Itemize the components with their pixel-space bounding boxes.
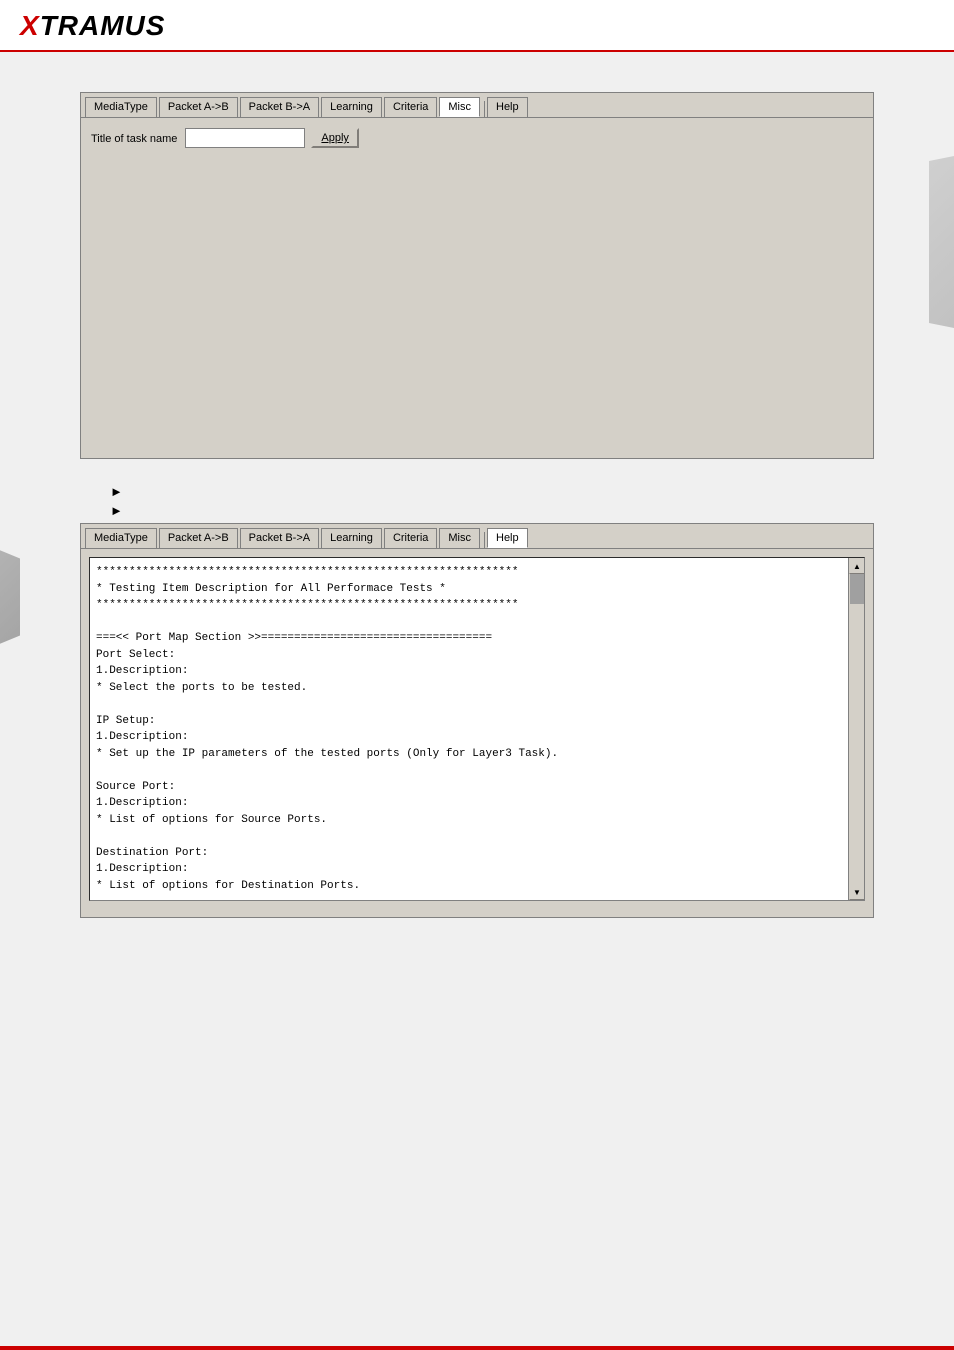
scrollbar[interactable]: ▲ ▼ (848, 558, 864, 900)
left-decoration (0, 542, 20, 652)
ip-setup-desc-header: 1.Description: (96, 729, 844, 746)
source-port-title: Source Port: (96, 779, 844, 796)
bottom-padding (80, 938, 874, 978)
top-tab-bar: MediaType Packet A->B Packet B->A Learni… (81, 93, 873, 118)
arrow-item-2: ► (110, 503, 874, 518)
help-separator: ===<< Port Map Section >>===============… (96, 630, 844, 647)
tab-mediatype-bottom[interactable]: MediaType (85, 528, 157, 548)
port-select-title: Port Select: (96, 647, 844, 664)
tab-misc-bottom[interactable]: Misc (439, 528, 480, 548)
help-stars-top: ****************************************… (96, 564, 844, 581)
bottom-tab-bar: MediaType Packet A->B Packet B->A Learni… (81, 524, 873, 549)
task-name-input[interactable] (185, 128, 305, 148)
top-panel: MediaType Packet A->B Packet B->A Learni… (80, 92, 874, 459)
tab-packet-ab-top[interactable]: Packet A->B (159, 97, 238, 117)
tab-packet-ba-top[interactable]: Packet B->A (240, 97, 319, 117)
tab-separator-top (484, 101, 485, 117)
arrow-item-1: ► (110, 484, 874, 499)
scroll-up-button[interactable]: ▲ (849, 558, 865, 574)
source-port-desc-header: 1.Description: (96, 795, 844, 812)
scroll-track (849, 574, 864, 884)
misc-panel-body: Title of task name Apply (81, 118, 873, 458)
dest-port-desc-header: 1.Description: (96, 861, 844, 878)
panel-bottom-padding (81, 909, 873, 917)
dest-port-desc-text: * List of options for Destination Ports. (96, 878, 844, 895)
ip-setup-title: IP Setup: (96, 713, 844, 730)
logo-rest: TRAMUS (40, 10, 166, 41)
help-text-content: ****************************************… (90, 558, 864, 900)
scroll-down-button[interactable]: ▼ (849, 884, 865, 900)
bottom-panel: MediaType Packet A->B Packet B->A Learni… (80, 523, 874, 918)
logo: XTRAMUS (20, 10, 934, 42)
help-panel-body: ▲ ▼ ************************************… (89, 557, 865, 901)
dest-port-title: Destination Port: (96, 845, 844, 862)
tab-criteria-top[interactable]: Criteria (384, 97, 437, 117)
task-name-label: Title of task name (91, 128, 177, 150)
tab-packet-ab-bottom[interactable]: Packet A->B (159, 528, 238, 548)
apply-button[interactable]: Apply (311, 128, 359, 148)
right-decoration-top (929, 152, 954, 332)
help-stars-bottom: ****************************************… (96, 597, 844, 614)
tab-separator-bottom (484, 532, 485, 548)
scroll-thumb[interactable] (850, 574, 864, 604)
port-select-desc-header: 1.Description: (96, 663, 844, 680)
tab-mediatype-top[interactable]: MediaType (85, 97, 157, 117)
tab-help-bottom[interactable]: Help (487, 528, 528, 548)
tab-learning-bottom[interactable]: Learning (321, 528, 382, 548)
tab-criteria-bottom[interactable]: Criteria (384, 528, 437, 548)
arrows-section: ► ► (80, 479, 874, 523)
header: XTRAMUS (0, 0, 954, 52)
tab-learning-top[interactable]: Learning (321, 97, 382, 117)
footer-line (0, 1346, 954, 1350)
help-title: * Testing Item Description for All Perfo… (96, 581, 844, 598)
tab-misc-top[interactable]: Misc (439, 97, 480, 117)
tab-packet-ba-bottom[interactable]: Packet B->A (240, 528, 319, 548)
port-select-desc-text: * Select the ports to be tested. (96, 680, 844, 697)
tab-help-top[interactable]: Help (487, 97, 528, 117)
logo-x: X (20, 10, 40, 41)
source-port-desc-text: * List of options for Source Ports. (96, 812, 844, 829)
ip-setup-desc-text: * Set up the IP parameters of the tested… (96, 746, 844, 763)
